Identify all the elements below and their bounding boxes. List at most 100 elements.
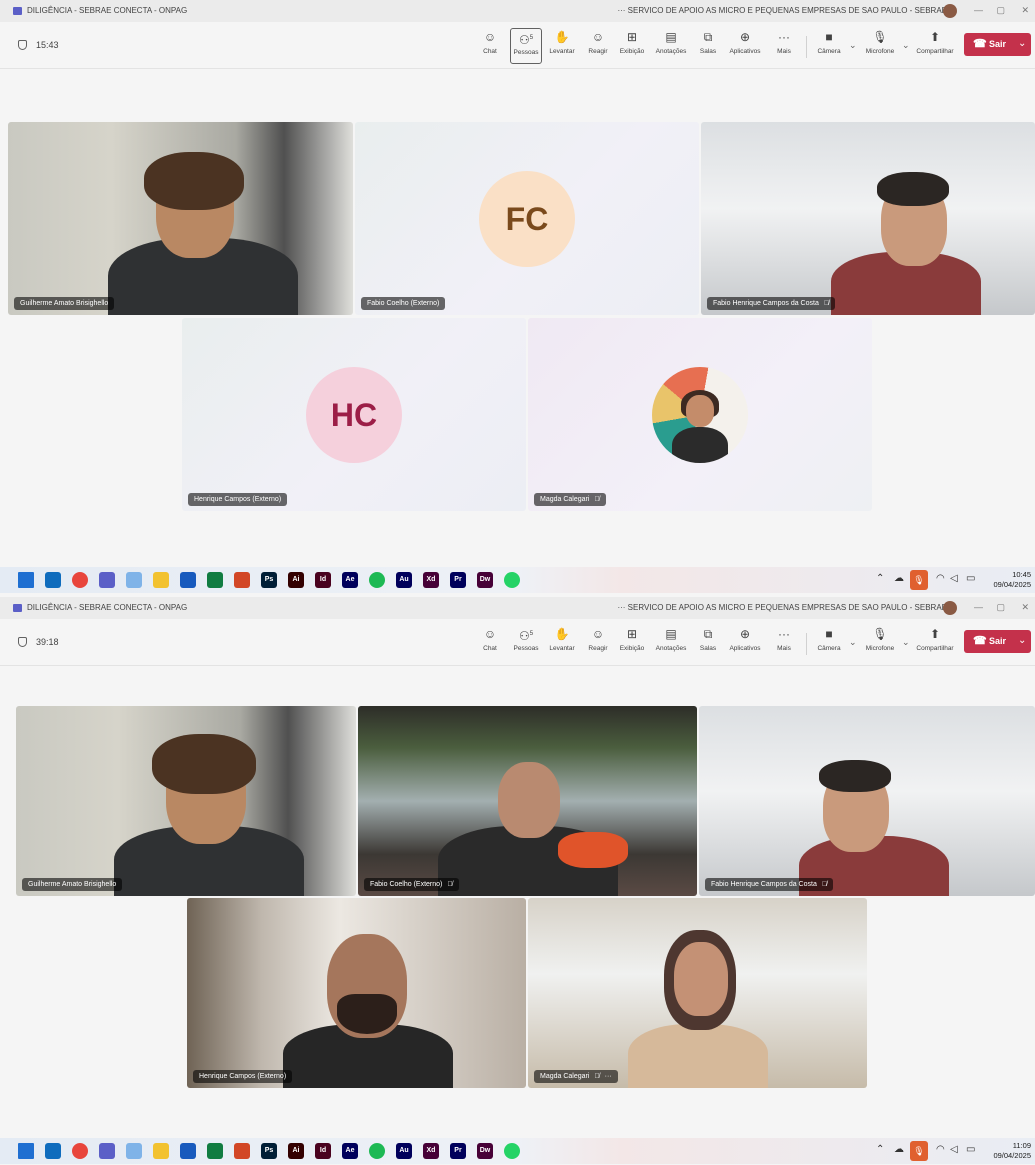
windows-start-icon[interactable] xyxy=(18,572,34,588)
close-icon[interactable]: ✕ xyxy=(1021,5,1029,16)
camera-options-chevron-icon[interactable]: ⌄ xyxy=(849,40,857,51)
apps-button[interactable]: ⊕ Aplicativos xyxy=(725,625,765,661)
audition-icon[interactable]: Au xyxy=(396,1143,412,1159)
spotify-icon[interactable] xyxy=(369,572,385,588)
raise-hand-button[interactable]: ✋ Levantar xyxy=(547,28,577,64)
whatsapp-icon[interactable] xyxy=(504,572,520,588)
people-button[interactable]: ⚇5 Pessoas xyxy=(510,625,542,661)
chrome-icon[interactable] xyxy=(72,1143,88,1159)
microphone-button[interactable]: 🎙 Microfone xyxy=(860,625,900,661)
copilot-icon[interactable] xyxy=(126,1143,142,1159)
illustrator-icon[interactable]: Ai xyxy=(288,1143,304,1159)
view-button[interactable]: ⊞ Exibição xyxy=(617,28,647,64)
premiere-icon[interactable]: Pr xyxy=(450,572,466,588)
dreamweaver-icon[interactable]: Dw xyxy=(477,572,493,588)
camera-button[interactable]: ■ Câmera xyxy=(814,625,844,661)
react-button[interactable]: ☺ Reagir xyxy=(584,625,612,661)
microphone-in-use-icon[interactable]: 🎙 xyxy=(910,570,928,590)
leave-button[interactable]: ☎ Sair ⌄ xyxy=(964,630,1031,653)
notes-button[interactable]: ▤ Anotações xyxy=(652,625,690,661)
powerpoint-icon[interactable] xyxy=(234,1143,250,1159)
leave-options-chevron-icon[interactable]: ⌄ xyxy=(1018,38,1026,49)
camera-button[interactable]: ■ Câmera xyxy=(814,28,844,64)
apps-button[interactable]: ⊕ Aplicativos xyxy=(725,28,765,64)
excel-icon[interactable] xyxy=(207,1143,223,1159)
outlook-icon[interactable] xyxy=(45,572,61,588)
video-tile[interactable]: FC Fabio Coelho (Externo) xyxy=(355,122,699,315)
restore-icon[interactable]: ▢ xyxy=(996,602,1005,613)
rooms-button[interactable]: ⧉ Salas xyxy=(695,28,721,64)
microphone-options-chevron-icon[interactable]: ⌄ xyxy=(902,637,910,648)
rooms-button[interactable]: ⧉ Salas xyxy=(695,625,721,661)
onedrive-icon[interactable]: ☁ xyxy=(894,573,904,584)
spotify-icon[interactable] xyxy=(369,1143,385,1159)
whatsapp-icon[interactable] xyxy=(504,1143,520,1159)
photoshop-icon[interactable]: Ps xyxy=(261,572,277,588)
after-effects-icon[interactable]: Ae xyxy=(342,572,358,588)
system-clock[interactable]: 11:09 09/04/2025 xyxy=(993,1141,1031,1161)
microphone-in-use-icon[interactable]: 🎙 xyxy=(910,1141,928,1161)
video-tile[interactable]: Guilherme Amato Brisighello xyxy=(16,706,356,896)
volume-icon[interactable]: ◁ xyxy=(950,1144,958,1155)
camera-options-chevron-icon[interactable]: ⌄ xyxy=(849,637,857,648)
notes-button[interactable]: ▤ Anotações xyxy=(652,28,690,64)
outlook-icon[interactable] xyxy=(45,1143,61,1159)
chevron-up-icon[interactable]: ⌃ xyxy=(876,1144,884,1155)
dreamweaver-icon[interactable]: Dw xyxy=(477,1143,493,1159)
onedrive-icon[interactable]: ☁ xyxy=(894,1144,904,1155)
chevron-up-icon[interactable]: ⌃ xyxy=(876,573,884,584)
window-title-bar[interactable]: DILIGÊNCIA - SEBRAE CONECTA - ONPAG ··· … xyxy=(0,0,1035,22)
close-icon[interactable]: ✕ xyxy=(1021,602,1029,613)
video-tile[interactable]: HC Henrique Campos (Externo) xyxy=(182,318,526,511)
xd-icon[interactable]: Xd xyxy=(423,1143,439,1159)
photoshop-icon[interactable]: Ps xyxy=(261,1143,277,1159)
teams-icon[interactable] xyxy=(99,572,115,588)
powerpoint-icon[interactable] xyxy=(234,572,250,588)
premiere-icon[interactable]: Pr xyxy=(450,1143,466,1159)
chat-button[interactable]: ☺ Chat xyxy=(476,625,504,661)
more-button[interactable]: ··· Mais xyxy=(770,625,798,661)
windows-start-icon[interactable] xyxy=(18,1143,34,1159)
microphone-button[interactable]: 🎙 Microfone xyxy=(860,28,900,64)
video-tile[interactable]: Guilherme Amato Brisighello xyxy=(8,122,353,315)
react-button[interactable]: ☺ Reagir xyxy=(584,28,612,64)
video-tile[interactable]: Fabio Henrique Campos da Costa 🎙̸ xyxy=(701,122,1035,315)
video-tile[interactable]: Magda Calegari 🎙̸ ··· xyxy=(528,898,867,1088)
minimize-icon[interactable]: — xyxy=(974,5,983,15)
video-tile[interactable]: Fabio Henrique Campos da Costa 🎙̸ xyxy=(699,706,1035,896)
indesign-icon[interactable]: Id xyxy=(315,1143,331,1159)
minimize-icon[interactable]: — xyxy=(974,602,983,612)
video-tile[interactable]: Henrique Campos (Externo) xyxy=(187,898,526,1088)
battery-icon[interactable]: ▭ xyxy=(966,573,975,584)
excel-icon[interactable] xyxy=(207,572,223,588)
restore-icon[interactable]: ▢ xyxy=(996,5,1005,16)
file-explorer-icon[interactable] xyxy=(153,1143,169,1159)
wifi-icon[interactable]: ◠ xyxy=(936,1144,945,1155)
microphone-options-chevron-icon[interactable]: ⌄ xyxy=(902,40,910,51)
battery-icon[interactable]: ▭ xyxy=(966,1144,975,1155)
xd-icon[interactable]: Xd xyxy=(423,572,439,588)
user-avatar[interactable] xyxy=(943,601,957,615)
system-clock[interactable]: 10:45 09/04/2025 xyxy=(993,570,1031,590)
video-tile[interactable]: Magda Calegari 🎙̸ xyxy=(528,318,872,511)
user-avatar[interactable] xyxy=(943,4,957,18)
audition-icon[interactable]: Au xyxy=(396,572,412,588)
word-icon[interactable] xyxy=(180,572,196,588)
leave-button[interactable]: ☎ Sair ⌄ xyxy=(964,33,1031,56)
word-icon[interactable] xyxy=(180,1143,196,1159)
leave-options-chevron-icon[interactable]: ⌄ xyxy=(1018,635,1026,646)
more-button[interactable]: ··· Mais xyxy=(770,28,798,64)
after-effects-icon[interactable]: Ae xyxy=(342,1143,358,1159)
window-title-bar[interactable]: DILIGÊNCIA - SEBRAE CONECTA - ONPAG ··· … xyxy=(0,597,1035,619)
video-tile[interactable]: Fabio Coelho (Externo) 🎙̸ xyxy=(358,706,697,896)
indesign-icon[interactable]: Id xyxy=(315,572,331,588)
volume-icon[interactable]: ◁ xyxy=(950,573,958,584)
view-button[interactable]: ⊞ Exibição xyxy=(617,625,647,661)
file-explorer-icon[interactable] xyxy=(153,572,169,588)
raise-hand-button[interactable]: ✋ Levantar xyxy=(547,625,577,661)
copilot-icon[interactable] xyxy=(126,572,142,588)
share-button[interactable]: ⬆ Compartilhar xyxy=(912,28,958,64)
teams-icon[interactable] xyxy=(99,1143,115,1159)
wifi-icon[interactable]: ◠ xyxy=(936,573,945,584)
chat-button[interactable]: ☺ Chat xyxy=(476,28,504,64)
